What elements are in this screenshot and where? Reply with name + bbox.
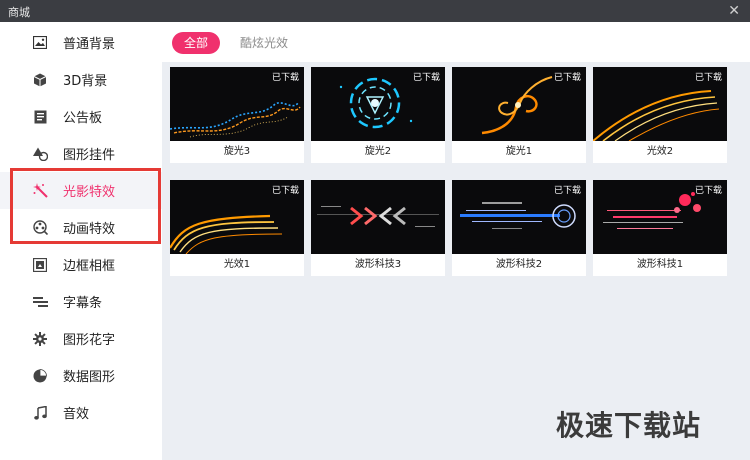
sidebar-item-label: 数据图形 xyxy=(63,370,116,385)
category-sidebar: 普通背景 3D背景 公告板 图形挂件 光影特效 动画特效 边框相框 字幕条 图形… xyxy=(0,22,162,460)
tab-cool-light-effects[interactable]: 酷炫光效 xyxy=(240,32,288,54)
downloaded-badge: 已下载 xyxy=(271,73,299,83)
effect-caption: 波形科技3 xyxy=(354,259,402,270)
effect-caption: 旋光3 xyxy=(223,146,251,157)
downloaded-badge: 已下载 xyxy=(694,186,722,196)
effect-thumbnail: 已下载 xyxy=(311,67,445,141)
title-bar: 商城 ✕ xyxy=(0,0,750,22)
watermark-logo: 极速下载站 xyxy=(556,409,702,442)
sidebar-item-label: 动画特效 xyxy=(63,222,116,237)
sidebar-item-label: 普通背景 xyxy=(63,37,116,52)
sidebar-item-label: 图形花字 xyxy=(63,333,116,348)
shapes-icon xyxy=(32,146,48,162)
effect-caption: 光效1 xyxy=(223,259,251,270)
sidebar-item-notice-board[interactable]: 公告板 xyxy=(0,98,162,135)
sidebar-item-normal-background[interactable]: 普通背景 xyxy=(0,24,162,61)
effect-card[interactable]: 已下载 波形科技1 xyxy=(593,180,727,276)
effect-card[interactable]: 已下载 波形科技2 xyxy=(452,180,586,276)
downloaded-badge: 已下载 xyxy=(412,73,440,83)
effect-thumbnail: 已下载 xyxy=(452,180,586,254)
notice-board-icon xyxy=(32,109,48,125)
sidebar-item-label: 公告板 xyxy=(63,111,103,126)
sidebar-item-light-effects[interactable]: 光影特效 xyxy=(0,172,162,209)
effect-thumbnail xyxy=(311,180,445,254)
pie-chart-icon xyxy=(32,368,48,384)
sidebar-item-3d-background[interactable]: 3D背景 xyxy=(0,61,162,98)
sidebar-item-label: 音效 xyxy=(63,407,90,422)
effect-card[interactable]: 波形科技3 xyxy=(311,180,445,276)
effect-thumbnail: 已下载 xyxy=(593,67,727,141)
sidebar-item-sound-effects[interactable]: 音效 xyxy=(0,394,162,431)
effect-caption: 光效2 xyxy=(646,146,674,157)
music-note-icon xyxy=(32,405,48,421)
close-icon[interactable]: ✕ xyxy=(728,2,740,20)
sidebar-item-subtitle-bar[interactable]: 字幕条 xyxy=(0,283,162,320)
tab-all[interactable]: 全部 xyxy=(172,32,220,54)
sidebar-item-shape-art-text[interactable]: 图形花字 xyxy=(0,320,162,357)
effect-card[interactable]: 已下载 旋光1 xyxy=(452,67,586,163)
effect-thumbnail: 已下载 xyxy=(170,180,304,254)
sidebar-item-label: 3D背景 xyxy=(63,74,108,89)
effect-caption: 旋光1 xyxy=(505,146,533,157)
sidebar-item-label: 光影特效 xyxy=(63,185,116,200)
effect-thumbnail: 已下载 xyxy=(452,67,586,141)
effect-thumbnail: 已下载 xyxy=(593,180,727,254)
cube-icon xyxy=(32,72,48,88)
effect-caption: 波形科技2 xyxy=(495,259,543,270)
effect-card[interactable]: 已下载 旋光2 xyxy=(311,67,445,163)
sidebar-item-label: 字幕条 xyxy=(63,296,103,311)
gear-flower-icon xyxy=(32,331,48,347)
sidebar-item-label: 图形挂件 xyxy=(63,148,116,163)
window-title: 商城 xyxy=(8,6,30,19)
image-icon xyxy=(32,35,48,51)
sidebar-item-label: 边框相框 xyxy=(63,259,116,274)
sidebar-item-shape-pendant[interactable]: 图形挂件 xyxy=(0,135,162,172)
effect-card[interactable]: 已下载 旋光3 xyxy=(170,67,304,163)
sidebar-item-animation-effects[interactable]: 动画特效 xyxy=(0,209,162,246)
effect-thumbnail: 已下载 xyxy=(170,67,304,141)
effect-card[interactable]: 已下载 光效2 xyxy=(593,67,727,163)
effect-caption: 波形科技1 xyxy=(636,259,684,270)
effects-grid: 已下载 旋光3 已下载 旋光2 已下载 旋光1 已下载 光效2 已下载 光效1 … xyxy=(162,62,750,460)
subtitle-bar-icon xyxy=(32,294,48,310)
downloaded-badge: 已下载 xyxy=(553,73,581,83)
downloaded-badge: 已下载 xyxy=(553,186,581,196)
sidebar-item-border-frame[interactable]: 边框相框 xyxy=(0,246,162,283)
downloaded-badge: 已下载 xyxy=(694,73,722,83)
sidebar-item-data-graphics[interactable]: 数据图形 xyxy=(0,357,162,394)
frame-icon xyxy=(32,257,48,273)
effect-caption: 旋光2 xyxy=(364,146,392,157)
downloaded-badge: 已下载 xyxy=(271,186,299,196)
animation-reel-icon xyxy=(32,220,48,236)
main-content: 全部 酷炫光效 已下载 旋光3 已下载 旋光2 已下载 旋光1 已下载 光效2 … xyxy=(162,22,750,460)
effect-card[interactable]: 已下载 光效1 xyxy=(170,180,304,276)
sparkle-icon xyxy=(32,183,48,199)
